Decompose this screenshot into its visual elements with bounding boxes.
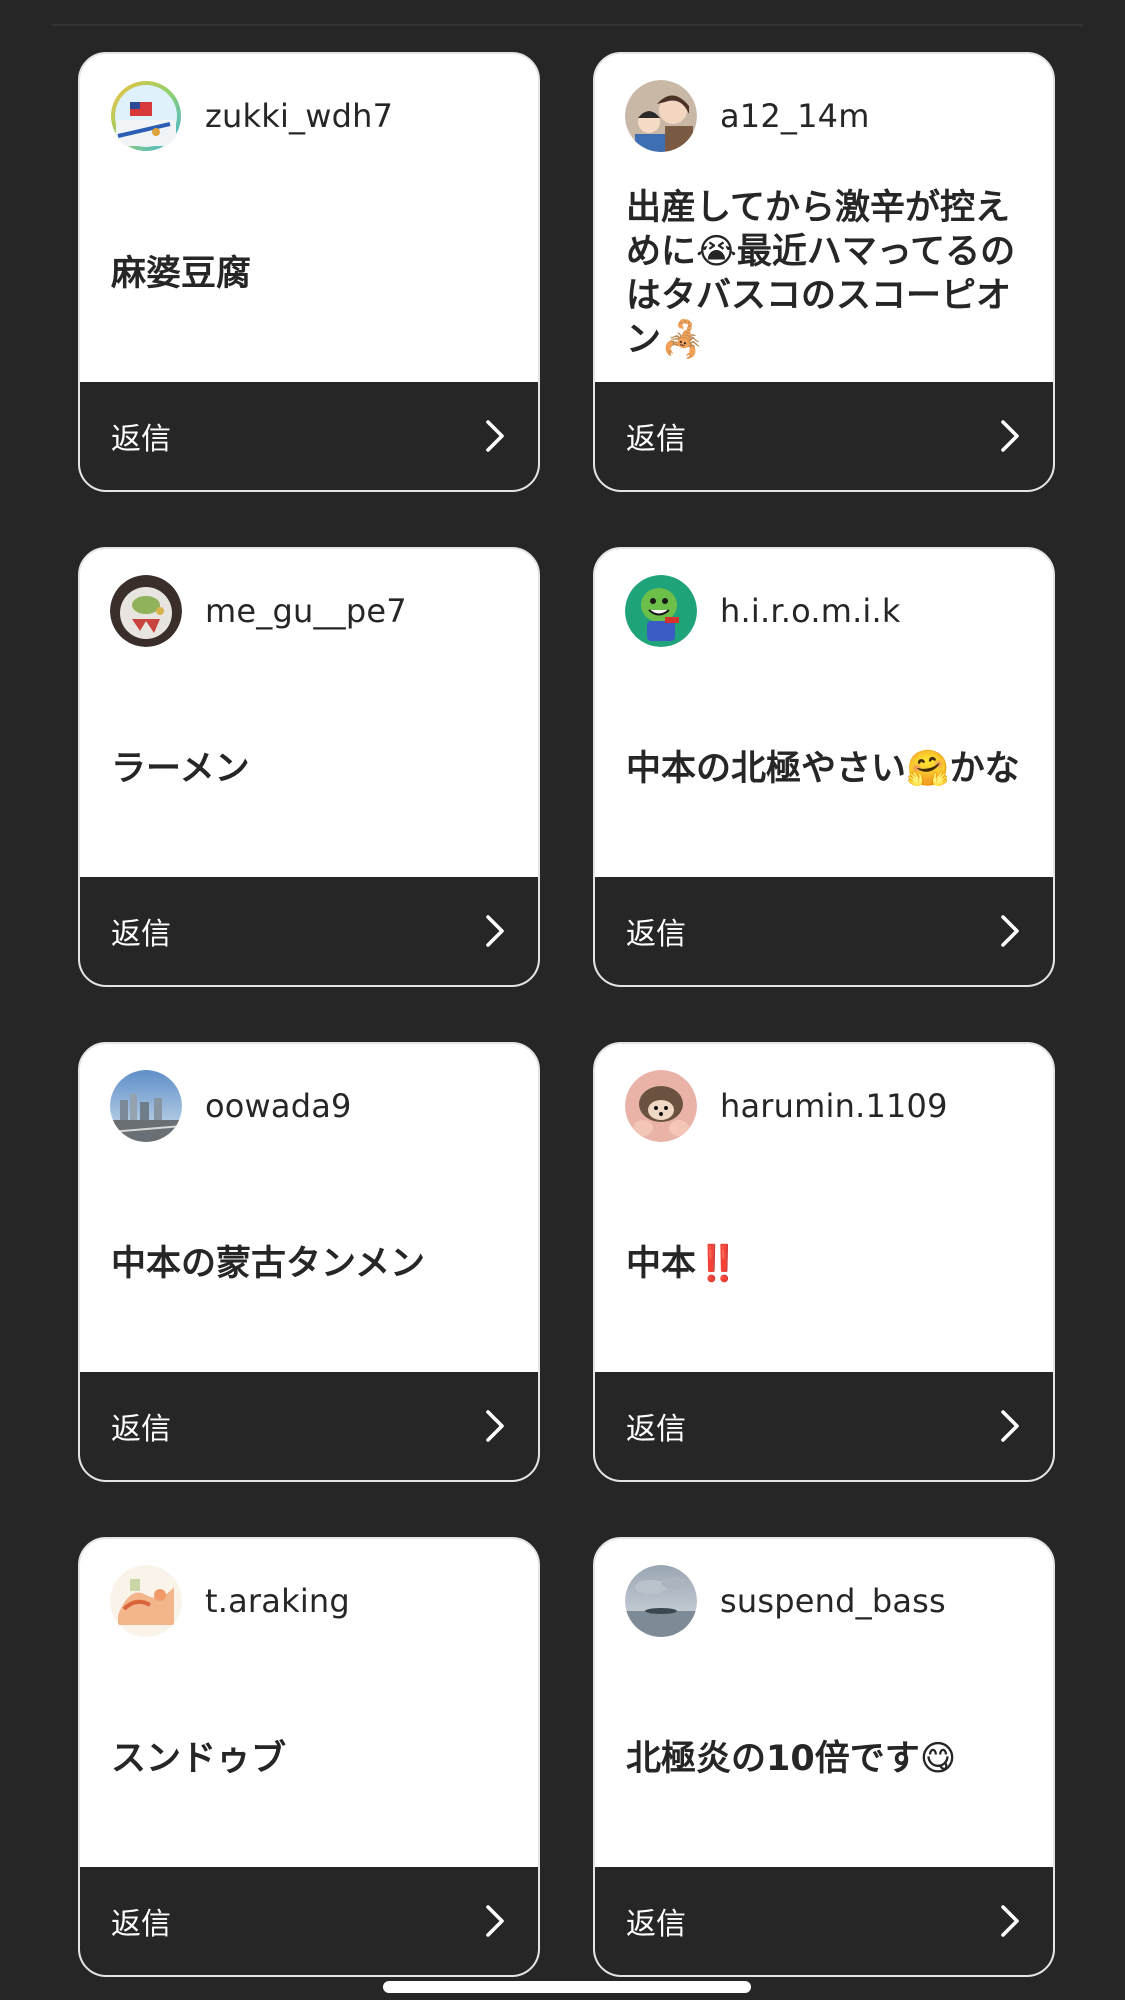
reply-card: oowada9 中本の蒙古タンメン 返信 (78, 1042, 540, 1482)
avatar[interactable] (110, 1070, 182, 1142)
card-header: zukki_wdh7 (110, 80, 393, 152)
reply-card: me_gu__pe7 ラーメン 返信 (78, 547, 540, 987)
username[interactable]: a12_14m (720, 97, 870, 135)
reply-label: 返信 (111, 1907, 171, 1942)
reply-button[interactable]: 返信 (80, 382, 538, 490)
avatar[interactable] (110, 1565, 182, 1637)
card-header: me_gu__pe7 (110, 575, 407, 647)
answer-area: 麻婆豆腐 (111, 166, 512, 382)
reply-label: 返信 (111, 1412, 171, 1447)
answer-area: 出産してから激辛が控えめに😭最近ハマってるのはタバスコのスコーピオン🦂 (626, 166, 1027, 382)
reply-label: 返信 (626, 1412, 686, 1447)
reply-label: 返信 (111, 917, 171, 952)
username[interactable]: harumin.1109 (720, 1087, 948, 1125)
answer-text: 中本の北極やさい🤗かな (626, 749, 1020, 789)
chevron-right-icon (999, 419, 1021, 453)
avatar[interactable] (625, 575, 697, 647)
answer-area: スンドゥブ (111, 1651, 512, 1867)
chevron-right-icon (484, 1904, 506, 1938)
avatar[interactable] (110, 80, 182, 152)
answer-text: 中本‼️ (626, 1244, 740, 1284)
answer-text: 中本の蒙古タンメン (111, 1244, 425, 1284)
card-header: suspend_bass (625, 1565, 946, 1637)
reply-label: 返信 (626, 1907, 686, 1942)
avatar[interactable] (625, 80, 697, 152)
username[interactable]: oowada9 (205, 1087, 352, 1125)
answer-area: 中本の蒙古タンメン (111, 1156, 512, 1372)
chevron-right-icon (999, 1409, 1021, 1443)
reply-button[interactable]: 返信 (595, 877, 1053, 985)
reply-card: h.i.r.o.m.i.k 中本の北極やさい🤗かな 返信 (593, 547, 1055, 987)
reply-card: suspend_bass 北極炎の10倍です😋 返信 (593, 1537, 1055, 1977)
reply-card: a12_14m 出産してから激辛が控えめに😭最近ハマってるのはタバスコのスコーピ… (593, 52, 1055, 492)
reply-card-grid: zukki_wdh7 麻婆豆腐 返信 a12_14m 出産してから激辛が控えめに… (78, 52, 1055, 1977)
answer-area: 中本‼️ (626, 1156, 1027, 1372)
username[interactable]: me_gu__pe7 (205, 592, 407, 630)
card-header: harumin.1109 (625, 1070, 948, 1142)
reply-button[interactable]: 返信 (80, 1867, 538, 1975)
home-indicator[interactable] (383, 1981, 751, 1993)
username[interactable]: h.i.r.o.m.i.k (720, 592, 901, 630)
answer-text: ラーメン (111, 749, 250, 789)
card-header: h.i.r.o.m.i.k (625, 575, 901, 647)
reply-button[interactable]: 返信 (595, 382, 1053, 490)
chevron-right-icon (999, 1904, 1021, 1938)
answer-text: 出産してから激辛が控えめに😭最近ハマってるのはタバスコのスコーピオン🦂 (626, 188, 1016, 360)
chevron-right-icon (484, 1409, 506, 1443)
username[interactable]: zukki_wdh7 (205, 97, 393, 135)
answer-text: 麻婆豆腐 (111, 254, 252, 294)
avatar[interactable] (625, 1070, 697, 1142)
username[interactable]: t.araking (205, 1582, 350, 1620)
username[interactable]: suspend_bass (720, 1582, 946, 1620)
answer-area: 中本の北極やさい🤗かな (626, 661, 1027, 877)
card-header: t.araking (110, 1565, 350, 1637)
reply-card: harumin.1109 中本‼️ 返信 (593, 1042, 1055, 1482)
answer-text: スンドゥブ (111, 1739, 287, 1779)
avatar[interactable] (110, 575, 182, 647)
answer-area: 北極炎の10倍です😋 (626, 1651, 1027, 1867)
reply-label: 返信 (111, 422, 171, 457)
reply-label: 返信 (626, 917, 686, 952)
reply-button[interactable]: 返信 (595, 1372, 1053, 1480)
reply-label: 返信 (626, 422, 686, 457)
reply-button[interactable]: 返信 (80, 877, 538, 985)
card-header: oowada9 (110, 1070, 352, 1142)
chevron-right-icon (484, 914, 506, 948)
answer-area: ラーメン (111, 661, 512, 877)
reply-button[interactable]: 返信 (595, 1867, 1053, 1975)
answer-text: 北極炎の10倍です😋 (626, 1739, 957, 1779)
reply-card: t.araking スンドゥブ 返信 (78, 1537, 540, 1977)
avatar[interactable] (625, 1565, 697, 1637)
reply-button[interactable]: 返信 (80, 1372, 538, 1480)
reply-card: zukki_wdh7 麻婆豆腐 返信 (78, 52, 540, 492)
chevron-right-icon (999, 914, 1021, 948)
top-divider (52, 24, 1083, 26)
card-header: a12_14m (625, 80, 870, 152)
chevron-right-icon (484, 419, 506, 453)
